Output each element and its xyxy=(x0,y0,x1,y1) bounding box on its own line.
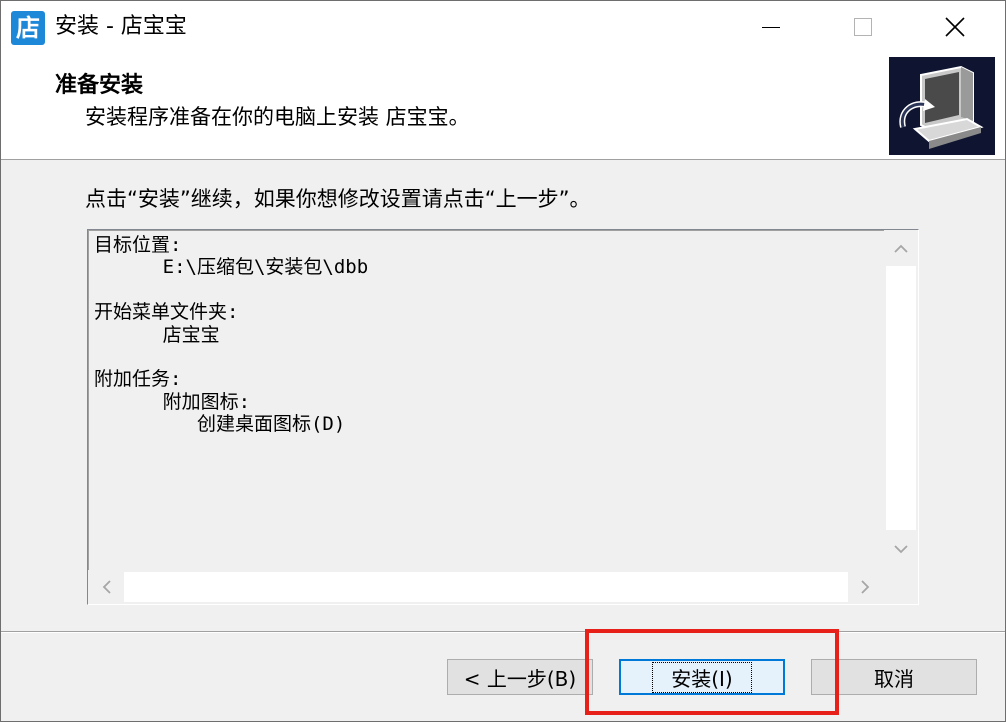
app-icon: 店 xyxy=(11,11,45,45)
wizard-header: 准备安装 安装程序准备在你的电脑上安装 店宝宝。 xyxy=(1,53,1005,160)
horizontal-scroll-track[interactable] xyxy=(124,572,848,602)
installer-window: 店 安装 - 店宝宝 准备安装 安装程序准备在你的电脑上安装 店宝宝。 点击“安… xyxy=(0,0,1006,722)
footer-divider xyxy=(1,631,1005,633)
scroll-up-icon[interactable] xyxy=(886,234,916,264)
memo-line: 创建桌面图标(D) xyxy=(94,413,346,436)
scroll-down-icon[interactable] xyxy=(886,534,916,564)
minimize-button[interactable] xyxy=(725,1,817,53)
scrollbar-corner xyxy=(884,566,918,604)
horizontal-scrollbar[interactable] xyxy=(88,570,884,604)
title-bar[interactable]: 店 安装 - 店宝宝 xyxy=(1,1,1005,53)
back-button[interactable]: < 上一步(B) xyxy=(447,659,593,695)
settings-summary-text: 目标位置: E:\压缩包\安装包\dbb 开始菜单文件夹: 店宝宝 附加任务: … xyxy=(94,234,368,436)
memo-line: 目标位置: xyxy=(94,234,182,256)
maximize-icon xyxy=(854,18,872,36)
installer-computer-icon xyxy=(889,57,995,155)
highlight-box xyxy=(585,629,839,715)
memo-line: 附加图标: xyxy=(94,390,251,413)
page-title: 准备安装 xyxy=(55,73,144,98)
instruction-text: 点击“安装”继续，如果你想修改设置请点击“上一步”。 xyxy=(85,187,591,211)
close-icon xyxy=(945,17,965,37)
memo-line: E:\压缩包\安装包\dbb xyxy=(94,256,369,279)
scroll-left-icon[interactable] xyxy=(92,572,122,602)
settings-summary-memo[interactable]: 目标位置: E:\压缩包\安装包\dbb 开始菜单文件夹: 店宝宝 附加任务: … xyxy=(87,229,919,605)
maximize-button[interactable] xyxy=(817,1,909,53)
close-button[interactable] xyxy=(909,1,1001,53)
scroll-right-icon[interactable] xyxy=(850,572,880,602)
window-title: 安装 - 店宝宝 xyxy=(55,14,187,39)
vertical-scroll-track[interactable] xyxy=(886,266,916,530)
memo-line: 附加任务: xyxy=(94,368,182,391)
minimize-icon xyxy=(762,26,780,28)
memo-line: 店宝宝 xyxy=(94,323,220,346)
vertical-scrollbar[interactable] xyxy=(884,230,918,566)
page-subtitle: 安装程序准备在你的电脑上安装 店宝宝。 xyxy=(85,105,470,129)
memo-line: 开始菜单文件夹: xyxy=(94,301,239,324)
